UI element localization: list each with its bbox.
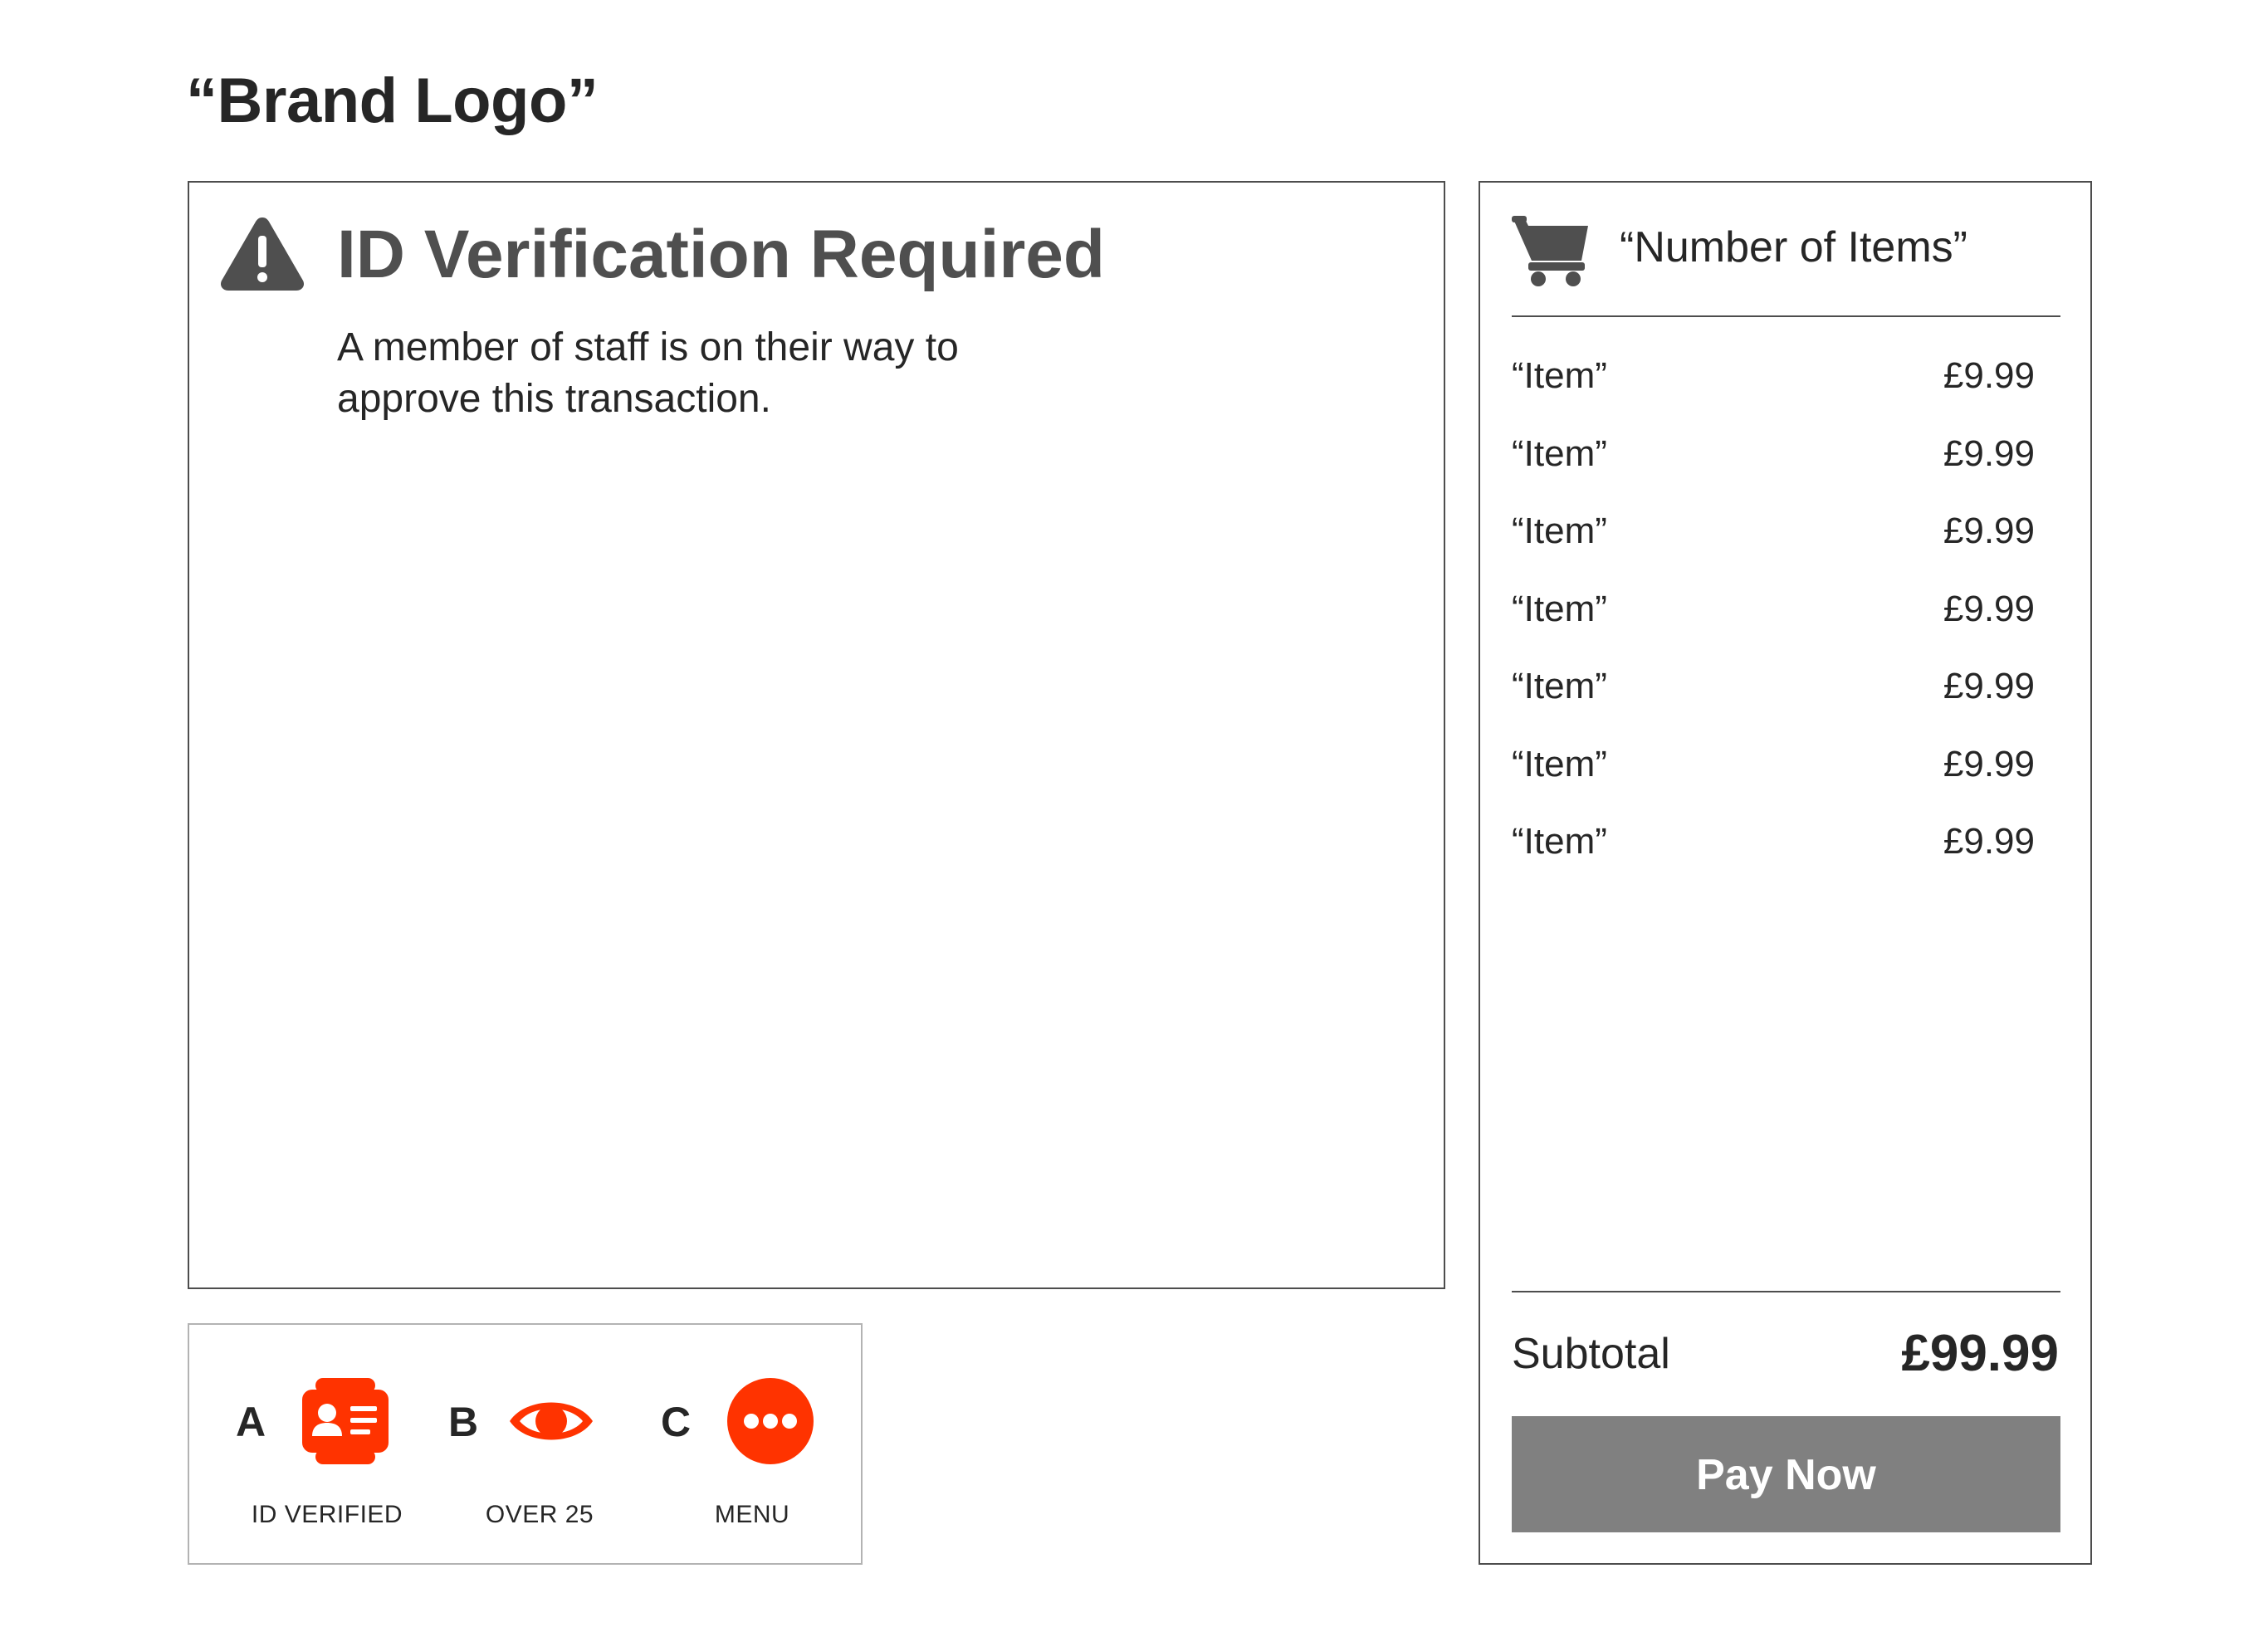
item-price: £9.99 bbox=[1943, 666, 2035, 706]
item-name: “Item” bbox=[1512, 432, 1607, 474]
list-item[interactable]: “Item” £9.99 bbox=[1512, 504, 2035, 582]
warning-triangle-icon bbox=[220, 217, 305, 291]
item-price: £9.99 bbox=[1943, 511, 2035, 551]
item-price: £9.99 bbox=[1943, 821, 2035, 862]
list-item[interactable]: “Item” £9.99 bbox=[1512, 814, 2035, 892]
item-name: “Item” bbox=[1512, 743, 1607, 784]
item-price: £9.99 bbox=[1943, 355, 2035, 396]
item-name: “Item” bbox=[1512, 821, 1607, 862]
key-label: OVER 25 bbox=[485, 1501, 594, 1528]
key-letter: B bbox=[448, 1399, 479, 1445]
id-card-icon bbox=[302, 1378, 389, 1464]
eye-icon bbox=[510, 1402, 593, 1440]
list-item[interactable]: “Item” £9.99 bbox=[1512, 427, 2035, 505]
number-of-items: “Number of Items” bbox=[1620, 223, 1967, 271]
cart-panel: “Number of Items” “Item” £9.99 “Item” £9… bbox=[1479, 181, 2092, 1565]
brand-logo: “Brand Logo” bbox=[186, 66, 599, 136]
more-dots-icon bbox=[727, 1378, 814, 1464]
item-price: £9.99 bbox=[1943, 588, 2035, 629]
key-letter: A bbox=[236, 1399, 266, 1445]
key-letter: C bbox=[661, 1399, 692, 1445]
subtotal-value: £99.99 bbox=[1901, 1325, 2059, 1382]
shopping-cart-icon bbox=[1512, 216, 1588, 286]
key-label: MENU bbox=[714, 1501, 790, 1528]
item-name: “Item” bbox=[1512, 355, 1607, 396]
item-price: £9.99 bbox=[1943, 432, 2035, 474]
list-item[interactable]: “Item” £9.99 bbox=[1512, 737, 2035, 815]
list-item[interactable]: “Item” £9.99 bbox=[1512, 349, 2035, 427]
item-name: “Item” bbox=[1512, 666, 1607, 706]
alert-title: ID Verification Required bbox=[337, 217, 1105, 292]
attendant-keys-panel: A ID VERIFIED B OVER 25 C MENU bbox=[188, 1323, 863, 1565]
cart-items-list: “Item” £9.99 “Item” £9.99 “Item” £9.99 “… bbox=[1512, 349, 2035, 892]
item-price: £9.99 bbox=[1943, 743, 2035, 784]
alert-message: A member of staff is on their way to app… bbox=[337, 325, 959, 421]
over-25-key[interactable]: B OVER 25 bbox=[448, 1378, 631, 1536]
subtotal-divider bbox=[1512, 1291, 2060, 1292]
item-name: “Item” bbox=[1512, 588, 1607, 629]
subtotal-label: Subtotal bbox=[1512, 1330, 1670, 1378]
pay-now-button[interactable]: Pay Now bbox=[1512, 1416, 2060, 1532]
menu-key[interactable]: C MENU bbox=[661, 1378, 843, 1536]
cart-header-divider bbox=[1512, 315, 2060, 317]
key-label: ID VERIFIED bbox=[251, 1501, 403, 1528]
list-item[interactable]: “Item” £9.99 bbox=[1512, 659, 2035, 737]
item-name: “Item” bbox=[1512, 511, 1607, 551]
verification-panel: ID Verification Required A member of sta… bbox=[188, 181, 1445, 1289]
list-item[interactable]: “Item” £9.99 bbox=[1512, 582, 2035, 660]
id-verified-key[interactable]: A ID VERIFIED bbox=[236, 1378, 418, 1536]
